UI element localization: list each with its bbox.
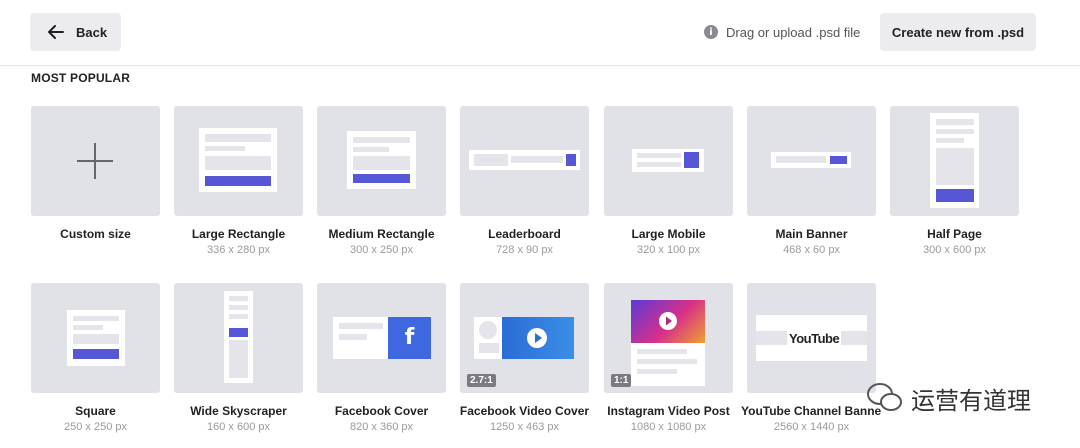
template-name: Half Page <box>927 227 982 241</box>
template-card-instagram-video-post[interactable]: 1:1 Instagram Video Post 1080 x 1080 px <box>604 283 733 433</box>
template-size: 820 x 360 px <box>350 421 413 433</box>
template-thumbnail <box>604 106 733 216</box>
template-size: 1250 x 463 px <box>489 421 560 433</box>
facebook-icon: f <box>388 317 431 359</box>
template-thumbnail: 2.7:1 <box>460 283 589 393</box>
template-card-main-banner[interactable]: Main Banner 468 x 60 px <box>747 106 876 256</box>
template-name: YouTube Channel Banner <box>741 404 882 418</box>
upload-text: Drag or upload .psd file <box>726 24 861 40</box>
upload-psd-link[interactable]: i Drag or upload .psd file <box>704 23 860 41</box>
create-from-psd-button[interactable]: Create new from .psd <box>880 13 1036 51</box>
back-label: Back <box>76 24 108 40</box>
template-thumbnail <box>747 106 876 216</box>
template-size: 728 x 90 px <box>496 244 553 256</box>
template-card-wide-skyscraper[interactable]: Wide Skyscraper 160 x 600 px <box>174 283 303 433</box>
template-name: Instagram Video Post <box>607 404 730 418</box>
template-size: 160 x 600 px <box>207 421 270 433</box>
template-name: Leaderboard <box>488 227 561 241</box>
template-size: 250 x 250 px <box>64 421 127 433</box>
template-thumbnail: 1:1 <box>604 283 733 393</box>
template-thumbnail <box>174 283 303 393</box>
youtube-logo: YouTube <box>787 329 842 347</box>
template-size: 468 x 60 px <box>783 244 840 256</box>
template-thumbnail <box>317 106 446 216</box>
template-name: Custom size <box>60 227 131 241</box>
create-label: Create new from .psd <box>891 24 1025 40</box>
template-size: 336 x 280 px <box>207 244 270 256</box>
wechat-icon <box>867 383 902 411</box>
template-size: 300 x 250 px <box>350 244 413 256</box>
template-card-youtube-channel-banner[interactable]: YouTube YouTube Channel Banner 2560 x 14… <box>741 283 882 433</box>
template-thumbnail: YouTube <box>747 283 876 393</box>
template-thumbnail <box>174 106 303 216</box>
template-name: Square <box>75 404 116 418</box>
section-title: MOST POPULAR <box>31 71 131 85</box>
template-name: Large Mobile <box>631 227 706 241</box>
template-thumbnail <box>460 106 589 216</box>
template-card-medium-rectangle[interactable]: Medium Rectangle 300 x 250 px <box>317 106 446 256</box>
template-thumbnail <box>31 106 160 216</box>
template-card-square[interactable]: Square 250 x 250 px <box>31 283 160 433</box>
template-card-large-rectangle[interactable]: Large Rectangle 336 x 280 px <box>174 106 303 256</box>
aspect-ratio-badge: 2.7:1 <box>467 374 496 387</box>
play-icon <box>659 312 677 330</box>
template-size: 1080 x 1080 px <box>630 421 707 433</box>
template-name: Wide Skyscraper <box>190 404 287 418</box>
template-card-facebook-video-cover[interactable]: 2.7:1 Facebook Video Cover 1250 x 463 px <box>460 283 589 433</box>
top-toolbar: Back i Drag or upload .psd file Create n… <box>0 0 1080 66</box>
template-card-half-page[interactable]: Half Page 300 x 600 px <box>890 106 1019 256</box>
arrow-left-icon <box>48 25 64 39</box>
template-size: 320 x 100 px <box>637 244 700 256</box>
template-card-custom-size[interactable]: Custom size <box>31 106 160 241</box>
template-size: 300 x 600 px <box>923 244 986 256</box>
aspect-ratio-badge: 1:1 <box>611 374 632 387</box>
plus-icon <box>77 143 113 179</box>
play-icon <box>527 328 547 348</box>
template-card-leaderboard[interactable]: Leaderboard 728 x 90 px <box>460 106 589 256</box>
template-card-large-mobile[interactable]: Large Mobile 320 x 100 px <box>604 106 733 256</box>
template-name: Large Rectangle <box>191 227 286 241</box>
template-thumbnail <box>31 283 160 393</box>
template-thumbnail <box>890 106 1019 216</box>
template-name: Main Banner <box>775 227 848 241</box>
template-name: Facebook Cover <box>334 404 429 418</box>
template-name: Medium Rectangle <box>328 227 435 241</box>
template-name: Facebook Video Cover <box>459 404 590 418</box>
watermark: 运营有道理 <box>865 380 1031 416</box>
template-size: 2560 x 1440 px <box>773 421 850 433</box>
back-button[interactable]: Back <box>30 13 121 51</box>
template-thumbnail: f <box>317 283 446 393</box>
template-card-facebook-cover[interactable]: f Facebook Cover 820 x 360 px <box>317 283 446 433</box>
info-icon: i <box>704 25 718 39</box>
